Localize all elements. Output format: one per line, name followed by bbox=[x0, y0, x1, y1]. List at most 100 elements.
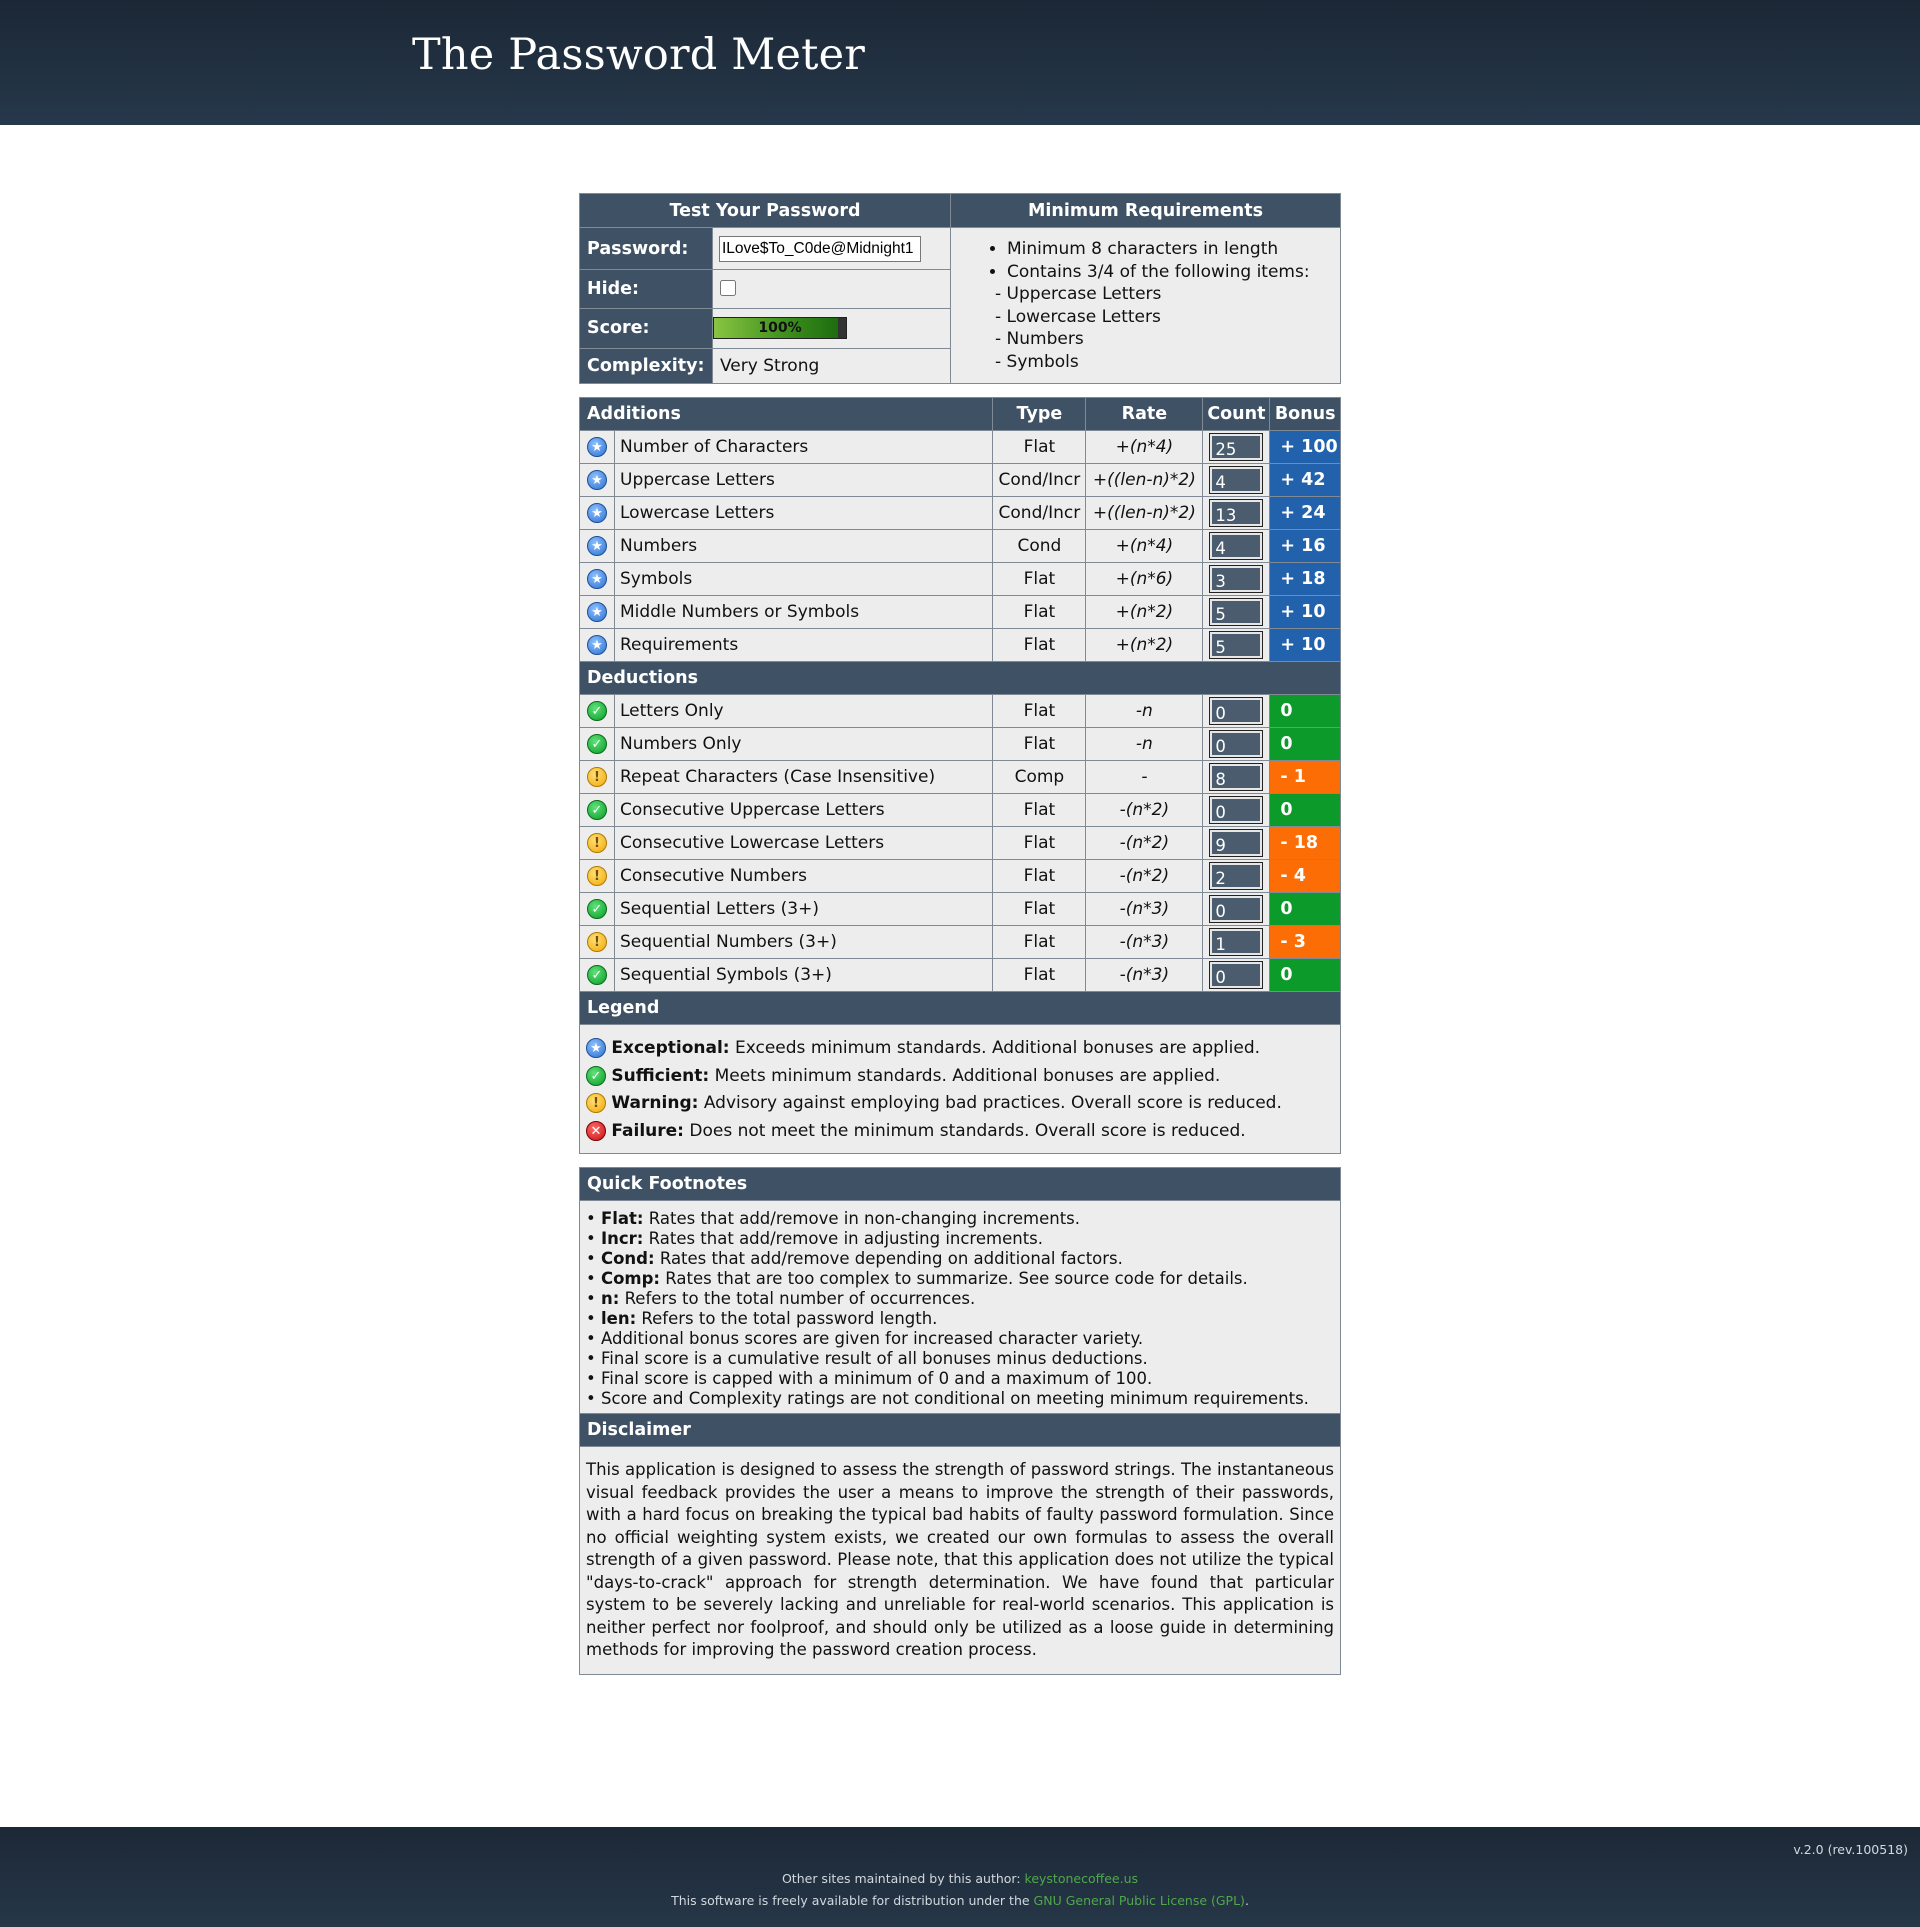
footnote-item: • n: Refers to the total number of occur… bbox=[586, 1289, 1334, 1309]
status-cell: ✓ bbox=[579, 727, 615, 761]
score-row: ★ Numbers Cond +(n*4) 4 + 16 bbox=[579, 529, 1341, 563]
footnote-item: • Additional bonus scores are given for … bbox=[586, 1329, 1334, 1349]
row-bonus: + 10 bbox=[1269, 595, 1341, 629]
warning-icon: ! bbox=[586, 1093, 606, 1113]
keystone-link[interactable]: keystonecoffee.us bbox=[1025, 1871, 1138, 1886]
status-cell: ! bbox=[579, 925, 615, 959]
warning-icon: ! bbox=[587, 767, 607, 787]
row-type: Flat bbox=[992, 562, 1087, 596]
row-type: Flat bbox=[992, 727, 1087, 761]
complexity-value: Very Strong bbox=[712, 347, 951, 385]
count-box: 2 bbox=[1209, 862, 1264, 890]
row-name: Lowercase Letters bbox=[613, 496, 994, 530]
legend-panel: ★ Exceptional: Exceeds minimum standards… bbox=[580, 1025, 1340, 1153]
row-rate: -(n*2) bbox=[1085, 859, 1204, 893]
main-content: Test Your Password Minimum Requirements … bbox=[578, 193, 1341, 1675]
col-rate: Rate bbox=[1085, 397, 1204, 431]
count-box: 13 bbox=[1209, 499, 1264, 527]
legend-term: Exceptional: bbox=[611, 1038, 730, 1058]
score-row: ★ Uppercase Letters Cond/Incr +((len-n)*2) 4… bbox=[579, 463, 1341, 497]
row-bonus: + 10 bbox=[1269, 628, 1341, 662]
footnotes-panel: • Flat: Rates that add/remove in non-cha… bbox=[580, 1201, 1340, 1413]
row-type: Flat bbox=[992, 925, 1087, 959]
footnote-text: Rates that add/remove depending on addit… bbox=[654, 1249, 1123, 1268]
footnote-text: Refers to the total password length. bbox=[636, 1309, 938, 1328]
legend-item: ! Warning: Advisory against employing ba… bbox=[586, 1090, 1334, 1118]
footnote-text: Final score is capped with a minimum of … bbox=[600, 1369, 1153, 1388]
hide-checkbox[interactable] bbox=[720, 279, 736, 296]
exceptional-icon: ★ bbox=[587, 602, 607, 622]
footnote-term: Cond: bbox=[600, 1249, 655, 1268]
legend-text: Meets minimum standards. Additional bonu… bbox=[709, 1065, 1221, 1086]
warning-icon: ! bbox=[587, 833, 607, 853]
score-row: ! Sequential Numbers (3+) Flat -(n*3) 1- 3 bbox=[579, 925, 1341, 959]
legend-term: Failure: bbox=[611, 1120, 684, 1141]
row-bonus: - 4 bbox=[1269, 859, 1341, 893]
score-row: ★ Symbols Flat +(n*6) 3 + 18 bbox=[579, 562, 1341, 596]
bullet: • bbox=[586, 1369, 601, 1388]
footnote-text: Additional bonus scores are given for in… bbox=[600, 1329, 1144, 1348]
additions-body: ★ Number of Characters Flat +(n*4) 25 + 100 ★ U… bbox=[579, 430, 1341, 662]
score-row: ! Repeat Characters (Case Insensitive) Com… bbox=[579, 760, 1341, 794]
count-cell: 8 bbox=[1202, 760, 1271, 794]
row-name: Symbols bbox=[613, 562, 994, 596]
row-rate: +(n*2) bbox=[1085, 595, 1204, 629]
row-type: Flat bbox=[992, 595, 1087, 629]
count-cell: 5 bbox=[1202, 595, 1271, 629]
legend-item: ✓ Sufficient: Meets minimum standards. A… bbox=[586, 1063, 1334, 1091]
requirement-subitem: - Numbers bbox=[995, 329, 1084, 349]
row-bonus: 0 bbox=[1269, 727, 1341, 761]
score-label: Score: bbox=[579, 307, 713, 349]
row-name: Sequential Letters (3+) bbox=[613, 892, 994, 926]
footnote-text: Final score is a cumulative result of al… bbox=[600, 1349, 1148, 1368]
footer-line-2: This software is freely available for di… bbox=[0, 1893, 1920, 1908]
score-text: 100% bbox=[758, 320, 802, 337]
col-bonus: Bonus bbox=[1269, 397, 1341, 431]
footnote-term: Incr: bbox=[600, 1229, 644, 1248]
row-bonus: - 1 bbox=[1269, 760, 1341, 794]
count-box: 0 bbox=[1209, 697, 1264, 725]
count-box: 0 bbox=[1209, 961, 1264, 989]
count-cell: 4 bbox=[1202, 529, 1271, 563]
exceptional-icon: ★ bbox=[587, 470, 607, 490]
legend-item: ✕ Failure: Does not meet the minimum sta… bbox=[586, 1118, 1334, 1146]
count-cell: 3 bbox=[1202, 562, 1271, 596]
score-row: ! Consecutive Lowercase Letters Flat -(n*2)… bbox=[579, 826, 1341, 860]
footnote-item: • Score and Complexity ratings are not c… bbox=[586, 1389, 1334, 1409]
exceptional-icon: ★ bbox=[587, 635, 607, 655]
score-row: ✓ Sequential Letters (3+) Flat -(n*3) 0 0 bbox=[579, 892, 1341, 926]
row-name: Numbers Only bbox=[613, 727, 994, 761]
row-name: Number of Characters bbox=[613, 430, 994, 464]
row-type: Flat bbox=[992, 694, 1087, 728]
footer-line-1: Other sites maintained by this author: k… bbox=[0, 1871, 1920, 1886]
row-rate: -n bbox=[1085, 727, 1204, 761]
footnote-term: Flat: bbox=[600, 1209, 644, 1228]
site-title: The Password Meter bbox=[412, 30, 866, 80]
requirement-item: Minimum 8 characters in length bbox=[1007, 238, 1340, 261]
legend-heading: Legend bbox=[579, 991, 1341, 1025]
count-box: 9 bbox=[1209, 829, 1264, 857]
gpl-link[interactable]: GNU General Public License (GPL) bbox=[1034, 1893, 1245, 1908]
count-cell: 9 bbox=[1202, 826, 1271, 860]
footnote-item: • Cond: Rates that add/remove depending … bbox=[586, 1249, 1334, 1269]
footnote-term: n: bbox=[600, 1289, 620, 1308]
requirements-panel: Minimum 8 characters in length Contains … bbox=[950, 227, 1341, 384]
status-cell: ! bbox=[579, 859, 615, 893]
version-text: v.2.0 (rev.100518) bbox=[1793, 1842, 1908, 1857]
count-box: 0 bbox=[1209, 796, 1264, 824]
row-bonus: - 3 bbox=[1269, 925, 1341, 959]
status-cell: ! bbox=[579, 760, 615, 794]
footer-text: . bbox=[1244, 1893, 1249, 1908]
row-bonus: 0 bbox=[1269, 958, 1341, 992]
count-box: 25 bbox=[1209, 433, 1264, 461]
footnote-text: Rates that add/remove in non-changing in… bbox=[643, 1209, 1080, 1228]
row-type: Comp bbox=[992, 760, 1087, 794]
requirement-subitem: - Uppercase Letters bbox=[995, 284, 1162, 304]
col-type: Type bbox=[992, 397, 1087, 431]
failure-icon: ✕ bbox=[586, 1120, 606, 1141]
score-breakdown-table: Additions Type Rate Count Bonus ★ Number … bbox=[578, 397, 1341, 1154]
password-input[interactable] bbox=[719, 235, 921, 262]
row-type: Flat bbox=[992, 892, 1087, 926]
row-name: Consecutive Lowercase Letters bbox=[613, 826, 994, 860]
row-name: Letters Only bbox=[613, 694, 994, 728]
